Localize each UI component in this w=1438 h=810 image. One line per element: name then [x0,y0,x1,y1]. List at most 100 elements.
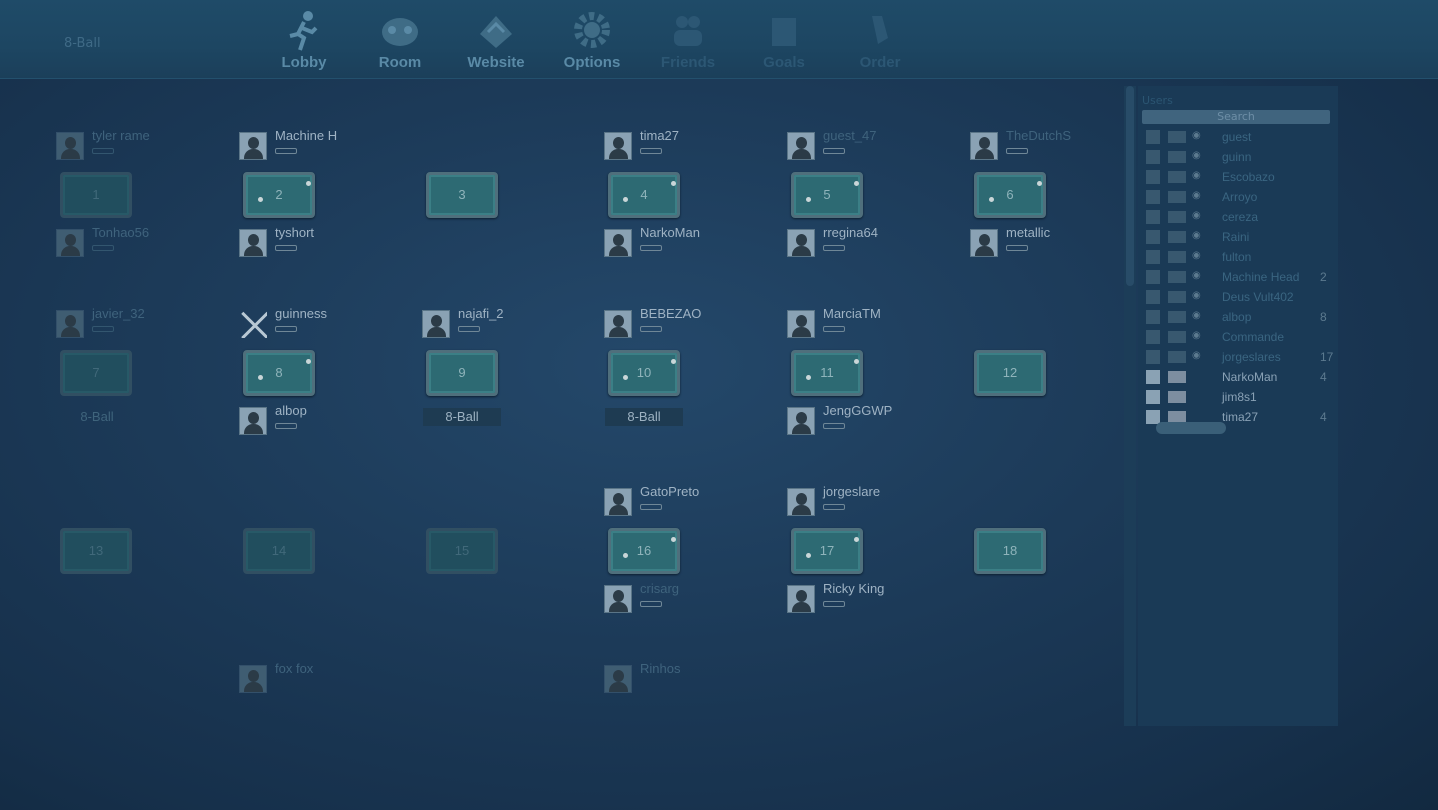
table-number: 18 [1002,543,1018,558]
table-number: 7 [92,365,100,380]
pool-table-17[interactable]: 17 [791,528,863,574]
table-number: 17 [819,543,835,558]
friends-icon [674,16,702,46]
player-name: rregina64 [823,225,878,240]
rank-bar [92,148,114,154]
user-list-panel: Users Search ◉ guest ◉ guinn ◉ Escobazo ◉ Ar… [1138,86,1338,726]
avatar [239,132,267,160]
user-row[interactable]: ◉ fulton [1142,248,1332,268]
pool-table-5[interactable]: 5 [791,172,863,218]
user-list-header: Users [1142,94,1173,107]
rank-bar [1006,148,1028,154]
pool-table-11[interactable]: 11 [791,350,863,396]
avatar [422,310,450,338]
pool-table-10[interactable]: 10 [608,350,680,396]
rank-bar [275,326,297,332]
rank-bar [640,504,662,510]
player-name: BEBEZAO [640,306,702,321]
player-name: Tonhao56 [92,225,150,240]
pool-table-8[interactable]: 8 [243,350,315,396]
player-name: guest_47 [823,128,877,143]
user-row[interactable]: NarkoMan 4 [1142,368,1332,388]
rank-bar [823,245,845,251]
pool-table-13[interactable]: 13 [60,528,132,574]
eye-icon: ◉ [1192,350,1201,361]
avatar [56,310,84,338]
nav-website[interactable]: Website [448,0,544,78]
user-search-field[interactable]: Search [1142,110,1330,124]
player-name: NarkoMan [640,225,700,240]
lobby-scrollbar[interactable] [1124,86,1136,726]
player-name: MarciaTM [823,306,881,321]
pool-table-12[interactable]: 12 [974,350,1046,396]
rank-bar [640,245,662,251]
user-row[interactable]: ◉ guinn [1142,148,1332,168]
rank-bar [92,245,114,251]
user-row[interactable]: jim8s1 [1142,388,1332,408]
user-row[interactable]: ◉ Deus Vult402 [1142,288,1332,308]
eye-icon: ◉ [1192,270,1201,281]
user-row[interactable]: ◉ guest [1142,128,1332,148]
nav-lobby[interactable]: Lobby [256,0,352,78]
scrollbar-thumb[interactable] [1126,86,1134,286]
top-navigation-bar: 8-Ball Lobby Room Website Options Friend… [0,0,1438,79]
avatar [787,310,815,338]
pool-table-4[interactable]: 4 [608,172,680,218]
pool-table-14[interactable]: 14 [243,528,315,574]
avatar [604,132,632,160]
game-type-label: 8-Ball [80,409,114,424]
nav-options[interactable]: Options [544,0,640,78]
nav-room-label: Room [378,54,422,71]
player-name: tyler rame [92,128,150,143]
table-number: 5 [823,187,831,202]
table-number: 13 [88,543,104,558]
pool-table-16[interactable]: 16 [608,528,680,574]
player-name: JengGGWP [823,403,893,418]
player-name: TheDutchS [1006,128,1072,143]
avatar [604,488,632,516]
player-name: GatoPreto [640,484,700,499]
pool-table-9[interactable]: 9 [426,350,498,396]
nav-friends-label: Friends [660,54,716,71]
user-row[interactable]: ◉ Machine Head 2 [1142,268,1332,288]
eye-icon: ◉ [1192,290,1201,301]
eye-icon: ◉ [1192,250,1201,261]
pool-table-6[interactable]: 6 [974,172,1046,218]
order-icon [872,16,888,44]
eye-icon: ◉ [1192,330,1201,341]
nav-friends[interactable]: Friends [640,0,736,78]
user-row[interactable]: ◉ Commande [1142,328,1332,348]
game-type-label: 8-Ball [605,408,683,426]
user-row[interactable]: ◉ jorgeslares 17 [1142,348,1333,368]
avatar [56,132,84,160]
user-row[interactable]: ◉ Arroyo [1142,188,1332,208]
user-row[interactable]: ◉ cereza [1142,208,1332,228]
player-name: Rinhos [640,661,681,676]
pool-table-2[interactable]: 2 [243,172,315,218]
player-name: javier_32 [92,306,145,321]
nav-room[interactable]: Room [352,0,448,78]
user-row[interactable]: ◉ Raini [1142,228,1332,248]
pool-table-1[interactable]: 1 [60,172,132,218]
player-name: tima27 [640,128,680,143]
page-title: 8-Ball [64,36,101,51]
user-list-horizontal-scrollbar[interactable] [1156,422,1226,434]
player-name: guinness [275,306,328,321]
avatar [787,585,815,613]
nav-order[interactable]: Order [832,0,928,78]
user-row[interactable]: ◉ albop 8 [1142,308,1332,328]
pool-table-18[interactable]: 18 [974,528,1046,574]
avatar [787,229,815,257]
avatar [604,665,632,693]
user-row[interactable]: ◉ Escobazo [1142,168,1332,188]
nav-goals[interactable]: Goals [736,0,832,78]
pool-table-7[interactable]: 7 [60,350,132,396]
pool-table-15[interactable]: 15 [426,528,498,574]
avatar [787,132,815,160]
table-number: 6 [1006,187,1014,202]
avatar [787,488,815,516]
nav-goals-label: Goals [763,54,805,71]
rank-bar [458,326,480,332]
nav-lobby-label: Lobby [281,54,327,71]
pool-table-3[interactable]: 3 [426,172,498,218]
